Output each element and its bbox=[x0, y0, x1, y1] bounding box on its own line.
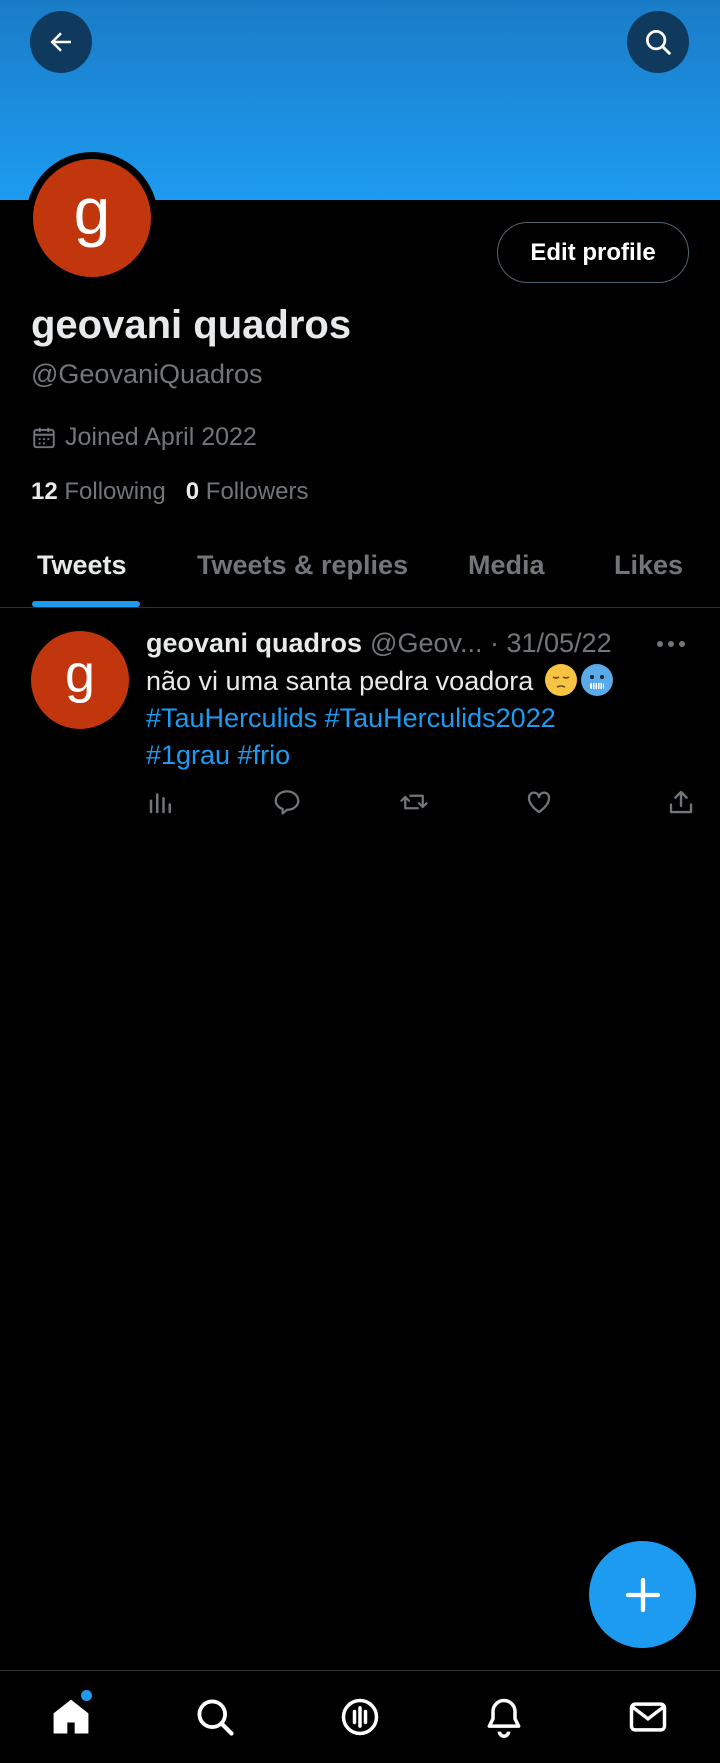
edit-profile-button[interactable]: Edit profile bbox=[497, 222, 689, 283]
followers-count: 0 bbox=[185, 478, 200, 505]
analytics-button[interactable] bbox=[146, 787, 176, 822]
calendar-icon bbox=[33, 427, 55, 448]
nav-home[interactable] bbox=[49, 1690, 93, 1744]
reply-button[interactable] bbox=[272, 787, 302, 822]
search-button[interactable] bbox=[627, 11, 689, 73]
compose-tweet-button[interactable] bbox=[589, 1541, 696, 1648]
nav-notifications[interactable] bbox=[482, 1695, 526, 1744]
analytics-icon bbox=[149, 793, 171, 814]
tab-media[interactable]: Media bbox=[468, 550, 545, 581]
profile-handle: @GeovaniQuadros bbox=[31, 359, 263, 389]
joined-date: Joined April 2022 bbox=[31, 423, 257, 452]
active-tab-indicator bbox=[32, 601, 140, 607]
back-arrow-icon bbox=[50, 32, 71, 52]
followers-link[interactable]: 0 Followers bbox=[186, 478, 309, 506]
profile-avatar-frame[interactable]: g bbox=[26, 152, 158, 284]
follow-stats: 12 Following 0 Followers bbox=[31, 478, 309, 506]
messages-icon bbox=[629, 1702, 667, 1732]
share-icon bbox=[669, 790, 693, 814]
cold-face-emoji bbox=[580, 664, 613, 696]
profile-tabs: Tweets Tweets & replies Media Likes bbox=[0, 535, 720, 608]
reply-icon bbox=[274, 790, 300, 815]
nav-spaces[interactable] bbox=[338, 1695, 382, 1744]
like-icon bbox=[527, 791, 551, 814]
following-link[interactable]: 12 Following bbox=[31, 478, 166, 506]
tweet-meta: @Geov... · 31/05/22 bbox=[370, 628, 612, 658]
share-button[interactable] bbox=[666, 787, 696, 822]
tweet-header: geovani quadros @Geov... · 31/05/22 bbox=[146, 628, 612, 659]
nav-messages[interactable] bbox=[626, 1695, 670, 1744]
more-icon bbox=[657, 641, 685, 647]
followers-label: Followers bbox=[205, 478, 309, 505]
tweet-actions bbox=[146, 787, 706, 823]
tweet-avatar[interactable]: g bbox=[31, 631, 129, 729]
notifications-icon bbox=[487, 1698, 521, 1738]
nav-search[interactable] bbox=[193, 1695, 237, 1744]
like-button[interactable] bbox=[524, 787, 554, 822]
compose-plus-icon bbox=[625, 1577, 660, 1612]
tweet-hashtags-line1[interactable]: #TauHerculids #TauHerculids2022 bbox=[146, 703, 556, 733]
search-icon bbox=[646, 30, 671, 55]
home-icon bbox=[53, 1699, 89, 1734]
back-button[interactable] bbox=[30, 11, 92, 73]
joined-text: Joined April 2022 bbox=[65, 423, 257, 451]
tweet-text: não vi uma santa pedra voadora #TauHercu… bbox=[146, 663, 706, 774]
tab-likes[interactable]: Likes bbox=[614, 550, 683, 581]
tweet-author-name[interactable]: geovani quadros bbox=[146, 628, 362, 659]
tab-tweets[interactable]: Tweets bbox=[37, 550, 127, 581]
pensive-face-emoji bbox=[544, 664, 577, 696]
tweet-more-button[interactable] bbox=[656, 636, 686, 654]
profile-name: geovani quadros bbox=[31, 303, 352, 347]
home-notification-dot bbox=[81, 1690, 92, 1701]
spaces-icon bbox=[341, 1698, 379, 1736]
following-label: Following bbox=[64, 478, 166, 505]
tweet-item[interactable]: g geovani quadros @Geov... · 31/05/22 nã… bbox=[0, 610, 720, 830]
tweet-body: não vi uma santa pedra voadora bbox=[146, 666, 534, 696]
search-icon bbox=[197, 1699, 234, 1736]
tweet-hashtags-line2[interactable]: #1grau #frio bbox=[146, 740, 290, 770]
following-count: 12 bbox=[31, 478, 58, 505]
profile-avatar: g bbox=[33, 159, 151, 277]
retweet-icon bbox=[400, 794, 428, 810]
tab-tweets-replies[interactable]: Tweets & replies bbox=[197, 550, 408, 581]
bottom-navigation bbox=[0, 1670, 720, 1763]
retweet-button[interactable] bbox=[398, 787, 430, 822]
